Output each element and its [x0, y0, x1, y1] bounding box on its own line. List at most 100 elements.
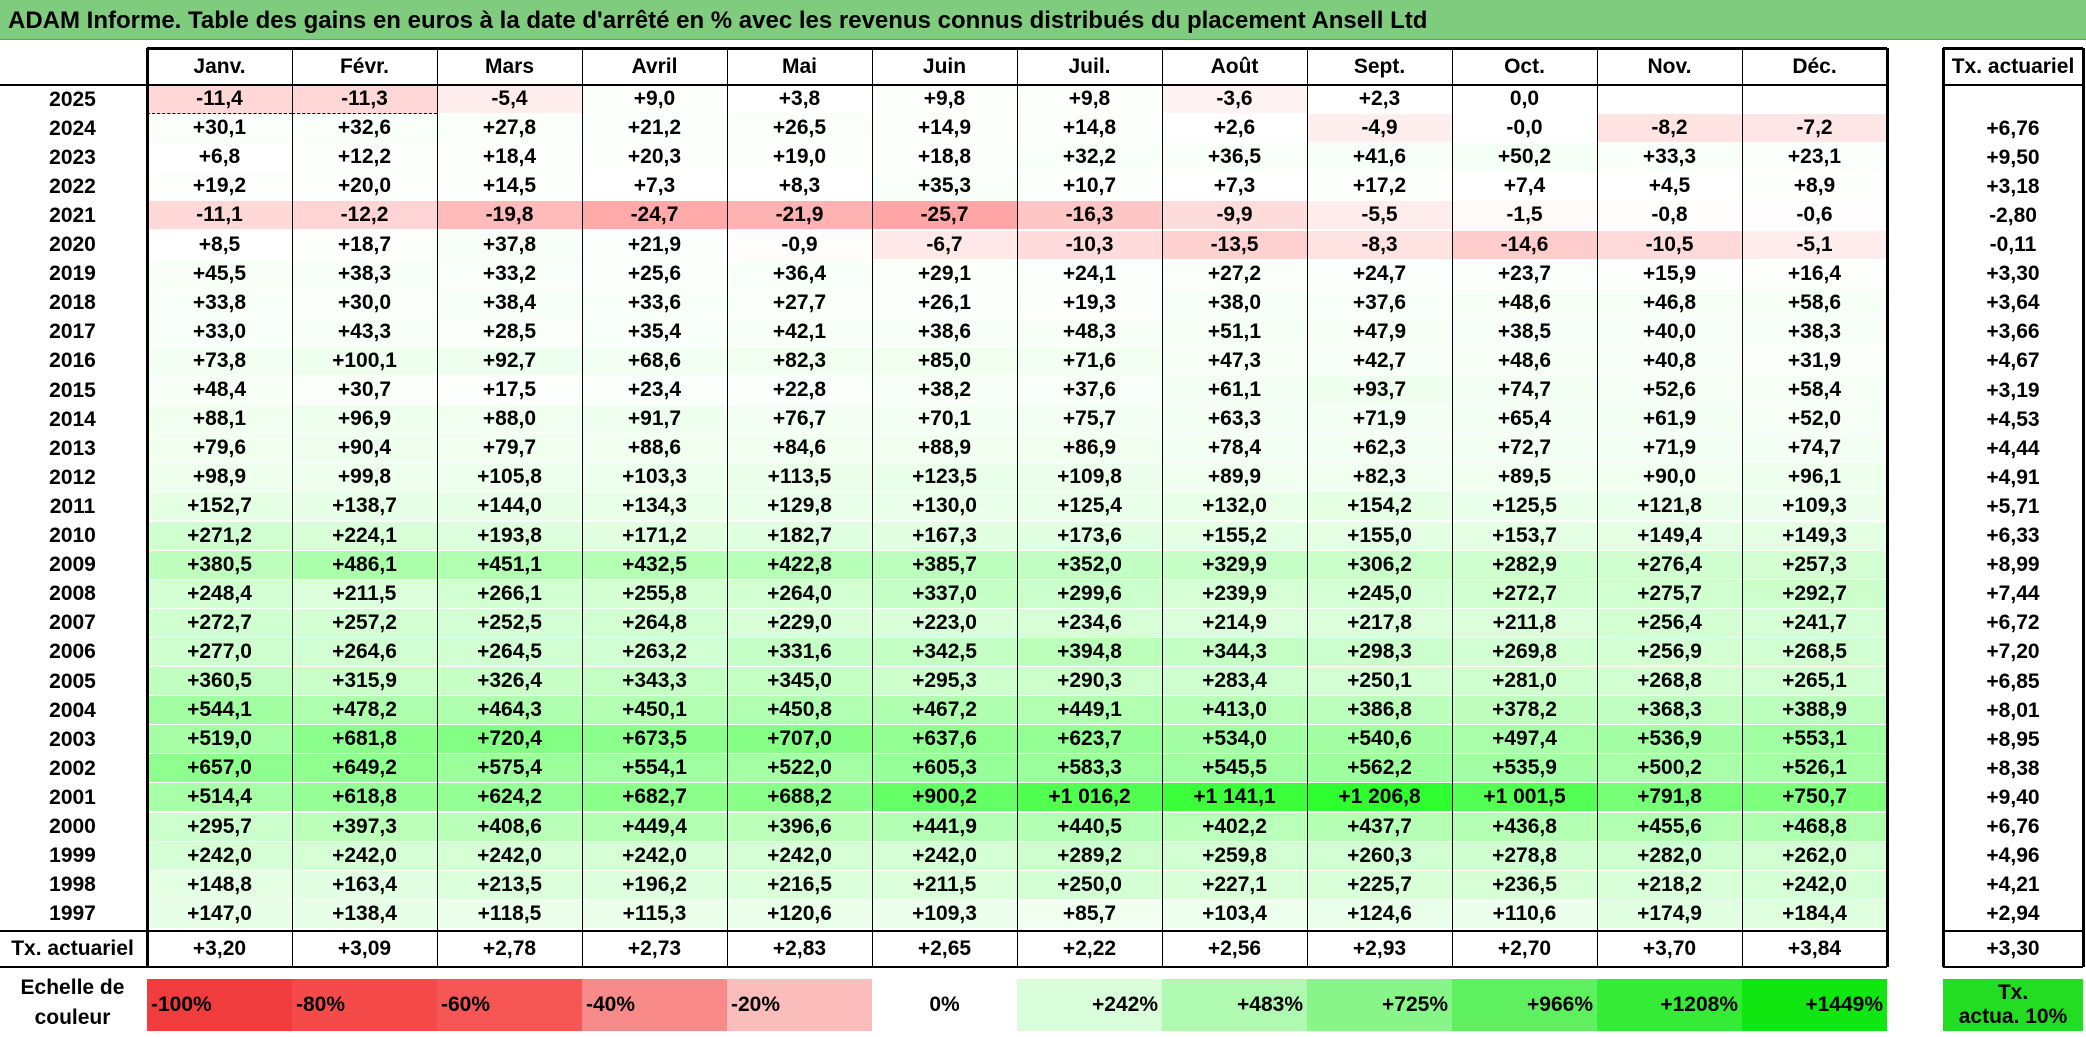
grid-line [1451, 48, 1453, 967]
table-cell: +227,1 [1162, 870, 1307, 900]
grid-line [726, 48, 728, 967]
row-year: 2008 [49, 582, 96, 606]
column-header: Déc. [1792, 54, 1837, 78]
table-cell: +360,5 [147, 667, 292, 697]
table-cell: +125,5 [1452, 492, 1597, 522]
row-year: 1999 [49, 844, 96, 868]
table-cell: +8,5 [147, 230, 292, 260]
table-cell: -4,9 [1307, 114, 1452, 144]
table-cell: +242,0 [872, 841, 1017, 871]
table-cell: +47,3 [1162, 346, 1307, 376]
table-cell: +526,1 [1742, 754, 1887, 784]
table-cell: +153,7 [1452, 521, 1597, 551]
table-cell: +436,8 [1452, 812, 1597, 842]
table-cell: +58,4 [1742, 376, 1887, 406]
table-cell: +441,9 [872, 812, 1017, 842]
row-year: 2013 [49, 436, 96, 460]
table-cell: +182,7 [727, 521, 872, 551]
row-rate: +4,21 [1986, 873, 2040, 897]
row-rate: +2,94 [1986, 902, 2040, 926]
table-cell: +24,1 [1017, 259, 1162, 289]
table-cell: +38,5 [1452, 317, 1597, 347]
table-cell: +451,1 [437, 550, 582, 580]
table-cell: +96,9 [292, 405, 437, 435]
table-cell: +91,7 [582, 405, 727, 435]
table-cell: +265,1 [1742, 667, 1887, 697]
table-cell: +19,2 [147, 172, 292, 202]
table-cell: +449,4 [582, 812, 727, 842]
row-rate: +4,53 [1986, 407, 2040, 431]
column-header: Août [1210, 54, 1259, 78]
table-cell: +386,8 [1307, 696, 1452, 726]
table-cell: +236,5 [1452, 870, 1597, 900]
table-cell: +8,3 [727, 172, 872, 202]
table-cell: +245,0 [1307, 579, 1452, 609]
table-cell: +96,1 [1742, 463, 1887, 493]
table-cell: +9,0 [582, 85, 727, 115]
title-bar: ADAM Informe. Table des gains en euros à… [0, 0, 2086, 40]
table-cell: +536,9 [1597, 725, 1742, 755]
table-cell: +36,5 [1162, 143, 1307, 173]
row-rate: +8,01 [1986, 698, 2040, 722]
scale-step: -60% [437, 978, 582, 1031]
table-cell: +113,5 [727, 463, 872, 493]
table-cell: +19,3 [1017, 288, 1162, 318]
table-cell: +88,1 [147, 405, 292, 435]
table-cell: +18,8 [872, 143, 1017, 173]
table-cell: +239,9 [1162, 579, 1307, 609]
table-cell: +292,7 [1742, 579, 1887, 609]
table-cell: +52,0 [1742, 405, 1887, 435]
table-cell: -6,7 [872, 230, 1017, 260]
table-cell: +750,7 [1742, 783, 1887, 813]
row-rate: -0,11 [1989, 233, 2037, 257]
row-year: 2012 [49, 465, 96, 489]
table-cell: +138,4 [292, 899, 437, 929]
table-cell: +23,1 [1742, 143, 1887, 173]
table-cell: +33,2 [437, 259, 582, 289]
table-cell: +82,3 [1307, 463, 1452, 493]
table-cell: +86,9 [1017, 434, 1162, 464]
table-cell [1597, 85, 1742, 115]
row-year: 1997 [49, 902, 96, 926]
table-cell: +58,6 [1742, 288, 1887, 318]
table-cell: +276,4 [1597, 550, 1742, 580]
row-year: 2004 [49, 698, 96, 722]
scale-step: +242% [1017, 978, 1162, 1031]
table-cell: +35,4 [582, 317, 727, 347]
table-cell: +343,3 [582, 667, 727, 697]
table-cell: +7,3 [582, 172, 727, 202]
table-cell: +618,8 [292, 783, 437, 813]
table-cell: +437,7 [1307, 812, 1452, 842]
scale-rate-legend-line: Tx. [1997, 980, 2029, 1004]
grid-line [1741, 48, 1743, 967]
table-cell: +295,7 [147, 812, 292, 842]
table-cell: +4,5 [1597, 172, 1742, 202]
table-cell: +282,0 [1597, 841, 1742, 871]
table-cell: +16,4 [1742, 259, 1887, 289]
table-cell: +35,3 [872, 172, 1017, 202]
table-cell: +1 141,1 [1162, 783, 1307, 813]
row-year: 2018 [49, 291, 96, 315]
table-cell: +33,3 [1597, 143, 1742, 173]
table-cell: +14,8 [1017, 114, 1162, 144]
table-cell: -9,9 [1162, 201, 1307, 231]
table-cell: +242,0 [1742, 870, 1887, 900]
table-cell: +41,6 [1307, 143, 1452, 173]
row-year: 2006 [49, 640, 96, 664]
table-cell: 0,0 [1452, 85, 1597, 115]
table-cell: +497,4 [1452, 725, 1597, 755]
table-cell: +575,4 [437, 754, 582, 784]
table-cell: +605,3 [872, 754, 1017, 784]
row-year: 2010 [49, 524, 96, 548]
table-cell: +248,4 [147, 579, 292, 609]
table-cell: +79,7 [437, 434, 582, 464]
row-year: 2016 [49, 349, 96, 373]
table-cell: +37,8 [437, 230, 582, 260]
row-rate: +6,76 [1986, 116, 2040, 140]
footer-cell: +2,56 [1207, 936, 1262, 960]
grid-line [0, 84, 1887, 86]
table-cell: +535,9 [1452, 754, 1597, 784]
table-cell: +52,6 [1597, 376, 1742, 406]
table-cell: -1,5 [1452, 201, 1597, 231]
table-cell: +65,4 [1452, 405, 1597, 435]
